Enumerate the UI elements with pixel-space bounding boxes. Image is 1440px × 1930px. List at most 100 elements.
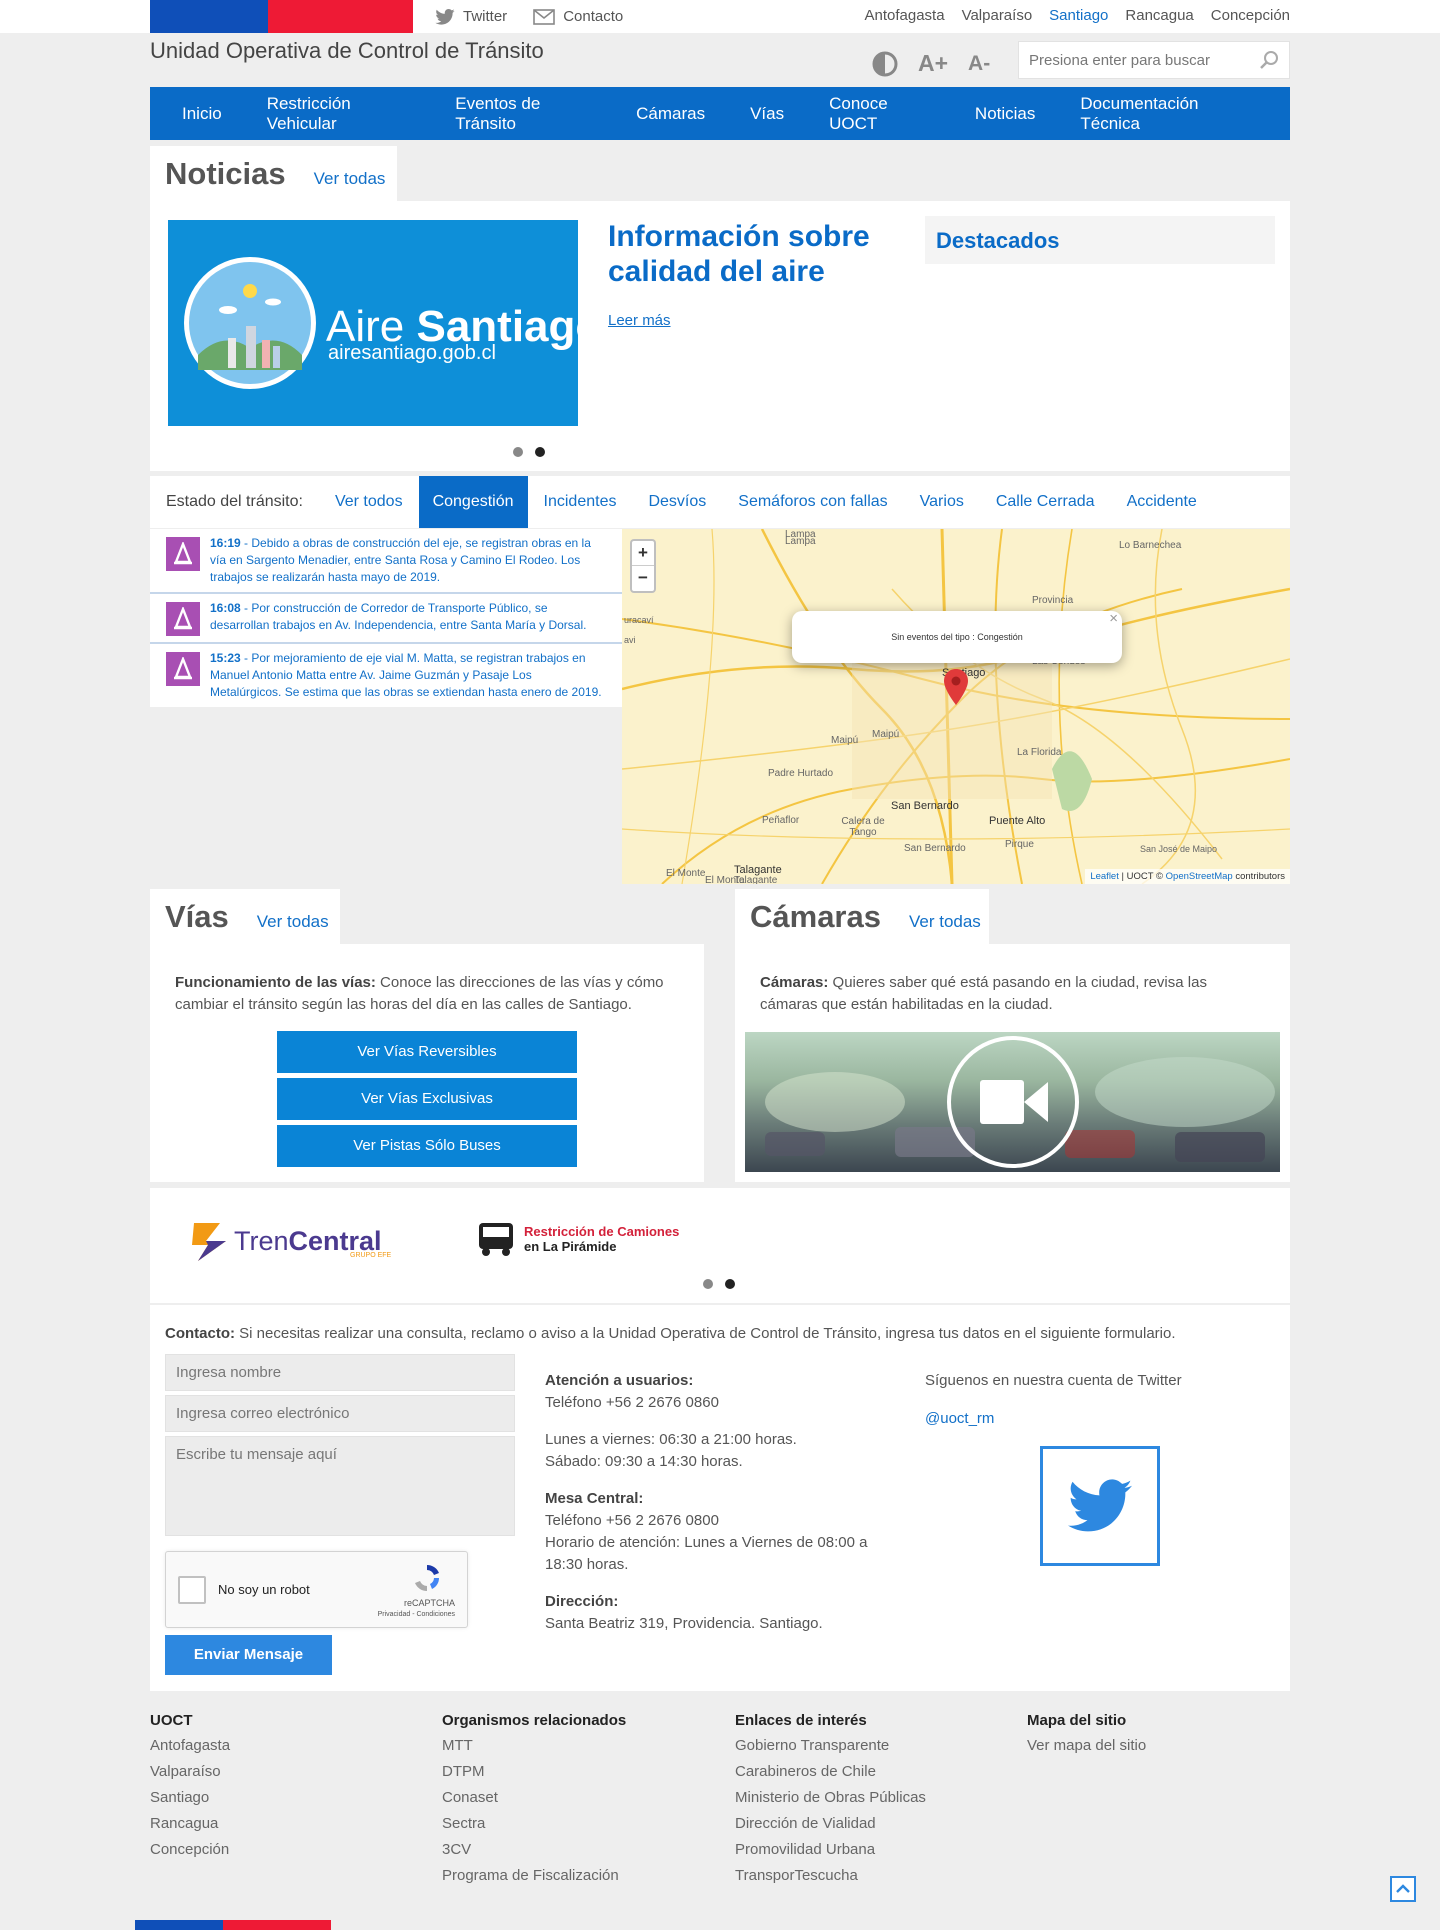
- map-label: San Bernardo: [904, 843, 966, 854]
- destacados-title: Destacados: [936, 228, 1060, 253]
- footer-link[interactable]: Dirección de Vialidad: [735, 1815, 926, 1832]
- twitter-link[interactable]: Twitter: [435, 8, 507, 25]
- recaptcha-widget: No soy un robot reCAPTCHA Privacidad - C…: [165, 1551, 468, 1628]
- footer-link[interactable]: 3CV: [442, 1841, 626, 1858]
- carousel-dot-2[interactable]: [535, 447, 545, 457]
- footer-link[interactable]: Promovilidad Urbana: [735, 1841, 926, 1858]
- event-text: - Debido a obras de construcción del eje…: [210, 536, 591, 584]
- direccion-text: Santa Beatriz 319, Providencia. Santiago…: [545, 1615, 823, 1632]
- tab-accidente[interactable]: Accidente: [1111, 476, 1213, 528]
- city-link-concepcion[interactable]: Concepción: [1211, 7, 1290, 24]
- footer-link[interactable]: Rancagua: [150, 1815, 230, 1832]
- nav-item-inicio[interactable]: Inicio: [182, 104, 222, 124]
- popup-close-icon[interactable]: ×: [1109, 593, 1118, 645]
- noticias-header: Noticias Ver todas: [150, 146, 397, 202]
- pistas-buses-button[interactable]: Ver Pistas Sólo Buses: [277, 1125, 577, 1167]
- tab-varios[interactable]: Varios: [904, 476, 980, 528]
- destacados-box: Destacados: [925, 216, 1275, 264]
- news-headline[interactable]: Información sobre calidad del aire: [608, 219, 878, 289]
- zoom-out-button[interactable]: −: [632, 566, 654, 591]
- footer-link[interactable]: DTPM: [442, 1763, 626, 1780]
- search-icon[interactable]: [1259, 50, 1279, 70]
- traffic-event-item[interactable]: 16:08 - Por construcción de Corredor de …: [150, 594, 622, 644]
- email-field[interactable]: Ingresa correo electrónico: [165, 1395, 515, 1432]
- search-input[interactable]: Presiona enter para buscar: [1018, 41, 1290, 79]
- footer-link[interactable]: Sectra: [442, 1815, 626, 1832]
- camaras-see-all-link[interactable]: Ver todas: [909, 912, 981, 932]
- city-link-valparaiso[interactable]: Valparaíso: [962, 7, 1033, 24]
- camaras-image[interactable]: [745, 1032, 1280, 1172]
- nav-item-vias[interactable]: Vías: [750, 104, 784, 124]
- tab-congestion[interactable]: Congestión: [418, 476, 528, 528]
- traffic-map[interactable]: Lampa Lampa Lo Barnechea Provincia Las C…: [622, 529, 1290, 884]
- submit-button[interactable]: Enviar Mensaje: [165, 1635, 332, 1675]
- footer-link[interactable]: Santiago: [150, 1789, 230, 1806]
- recaptcha-links[interactable]: Privacidad - Condiciones: [378, 1611, 455, 1618]
- noticias-see-all-link[interactable]: Ver todas: [314, 169, 386, 189]
- read-more-link[interactable]: Leer más: [608, 312, 671, 329]
- nav-item-eventos[interactable]: Eventos de Tránsito: [455, 94, 591, 134]
- footer-link[interactable]: Programa de Fiscalización: [442, 1867, 626, 1884]
- vias-reversibles-button[interactable]: Ver Vías Reversibles: [277, 1031, 577, 1073]
- font-increase-button[interactable]: A+: [918, 50, 948, 77]
- footer-link[interactable]: Ver mapa del sitio: [1027, 1737, 1146, 1754]
- zoom-in-button[interactable]: +: [632, 541, 654, 566]
- city-link-santiago[interactable]: Santiago: [1049, 7, 1108, 24]
- vias-see-all-link[interactable]: Ver todas: [257, 912, 329, 932]
- footer-link[interactable]: Gobierno Transparente: [735, 1737, 926, 1754]
- footer-link[interactable]: Concepción: [150, 1841, 230, 1858]
- roadwork-cone-icon: [166, 652, 200, 686]
- twitter-handle-link[interactable]: @uoct_rm: [925, 1410, 994, 1427]
- restriccion-camiones-banner[interactable]: Restricción de Camiones en La Pirámide: [476, 1220, 679, 1258]
- font-decrease-button[interactable]: A-: [968, 52, 990, 76]
- footer-link[interactable]: MTT: [442, 1737, 626, 1754]
- twitter-follow-button[interactable]: [1040, 1446, 1160, 1566]
- roadwork-cone-icon: [166, 602, 200, 636]
- tab-ver-todos[interactable]: Ver todos: [319, 476, 419, 528]
- tab-incidentes[interactable]: Incidentes: [528, 476, 633, 528]
- contacto-link[interactable]: Contacto: [533, 8, 623, 25]
- footer-col-mapa: Mapa del sitio Ver mapa del sitio: [1027, 1712, 1146, 1763]
- map-popup: Sin eventos del tipo : Congestión ×: [792, 610, 1122, 663]
- twitter-icon: [435, 8, 455, 25]
- footer-link[interactable]: TransporTescucha: [735, 1867, 926, 1884]
- traffic-event-item[interactable]: 15:23 - Por mejoramiento de eje vial M. …: [150, 644, 622, 707]
- traffic-event-item[interactable]: 16:19 - Debido a obras de construcción d…: [150, 529, 622, 594]
- nav-item-camaras[interactable]: Cámaras: [636, 104, 705, 124]
- back-to-top-button[interactable]: [1390, 1876, 1416, 1902]
- city-link-antofagasta[interactable]: Antofagasta: [865, 7, 945, 24]
- footer-link[interactable]: Antofagasta: [150, 1737, 230, 1754]
- footer-link[interactable]: Conaset: [442, 1789, 626, 1806]
- vias-desc-bold: Funcionamiento de las vías:: [175, 974, 376, 991]
- osm-link[interactable]: OpenStreetMap: [1166, 871, 1233, 882]
- tab-semaforos[interactable]: Semáforos con fallas: [722, 476, 903, 528]
- message-placeholder: Escribe tu mensaje aquí: [176, 1446, 337, 1463]
- contrast-icon[interactable]: [872, 51, 898, 77]
- site-title[interactable]: Unidad Operativa de Control de Tránsito: [150, 38, 544, 64]
- attribution-end: contributors: [1232, 871, 1285, 882]
- nav-item-noticias[interactable]: Noticias: [975, 104, 1035, 124]
- footer-link[interactable]: Ministerio de Obras Públicas: [735, 1789, 926, 1806]
- nav-item-restriccion[interactable]: Restricción Vehicular: [267, 94, 411, 134]
- recaptcha-checkbox[interactable]: [178, 1576, 206, 1604]
- email-placeholder: Ingresa correo electrónico: [176, 1405, 350, 1422]
- carousel-dot-1[interactable]: [513, 447, 523, 457]
- truck-icon: [479, 1223, 513, 1256]
- nav-item-conoce[interactable]: Conoce UOCT: [829, 94, 930, 134]
- city-link-rancagua[interactable]: Rancagua: [1125, 7, 1193, 24]
- carousel-dot-1[interactable]: [703, 1279, 713, 1289]
- message-field[interactable]: Escribe tu mensaje aquí: [165, 1436, 515, 1536]
- tab-calle-cerrada[interactable]: Calle Cerrada: [980, 476, 1111, 528]
- carousel-dot-2[interactable]: [725, 1279, 735, 1289]
- footer-link[interactable]: Valparaíso: [150, 1763, 230, 1780]
- tab-desvios[interactable]: Desvíos: [632, 476, 722, 528]
- name-field[interactable]: Ingresa nombre: [165, 1354, 515, 1391]
- vias-buttons: Ver Vías Reversibles Ver Vías Exclusivas…: [150, 1031, 704, 1167]
- city-selector: Antofagasta Valparaíso Santiago Rancagua…: [865, 7, 1291, 24]
- vias-exclusivas-button[interactable]: Ver Vías Exclusivas: [277, 1078, 577, 1120]
- nav-item-documentacion[interactable]: Documentación Técnica: [1080, 94, 1245, 134]
- map-marker-icon[interactable]: [944, 669, 968, 705]
- leaflet-link[interactable]: Leaflet: [1090, 871, 1119, 882]
- footer-link[interactable]: Carabineros de Chile: [735, 1763, 926, 1780]
- recaptcha-logo-icon: [415, 1565, 440, 1591]
